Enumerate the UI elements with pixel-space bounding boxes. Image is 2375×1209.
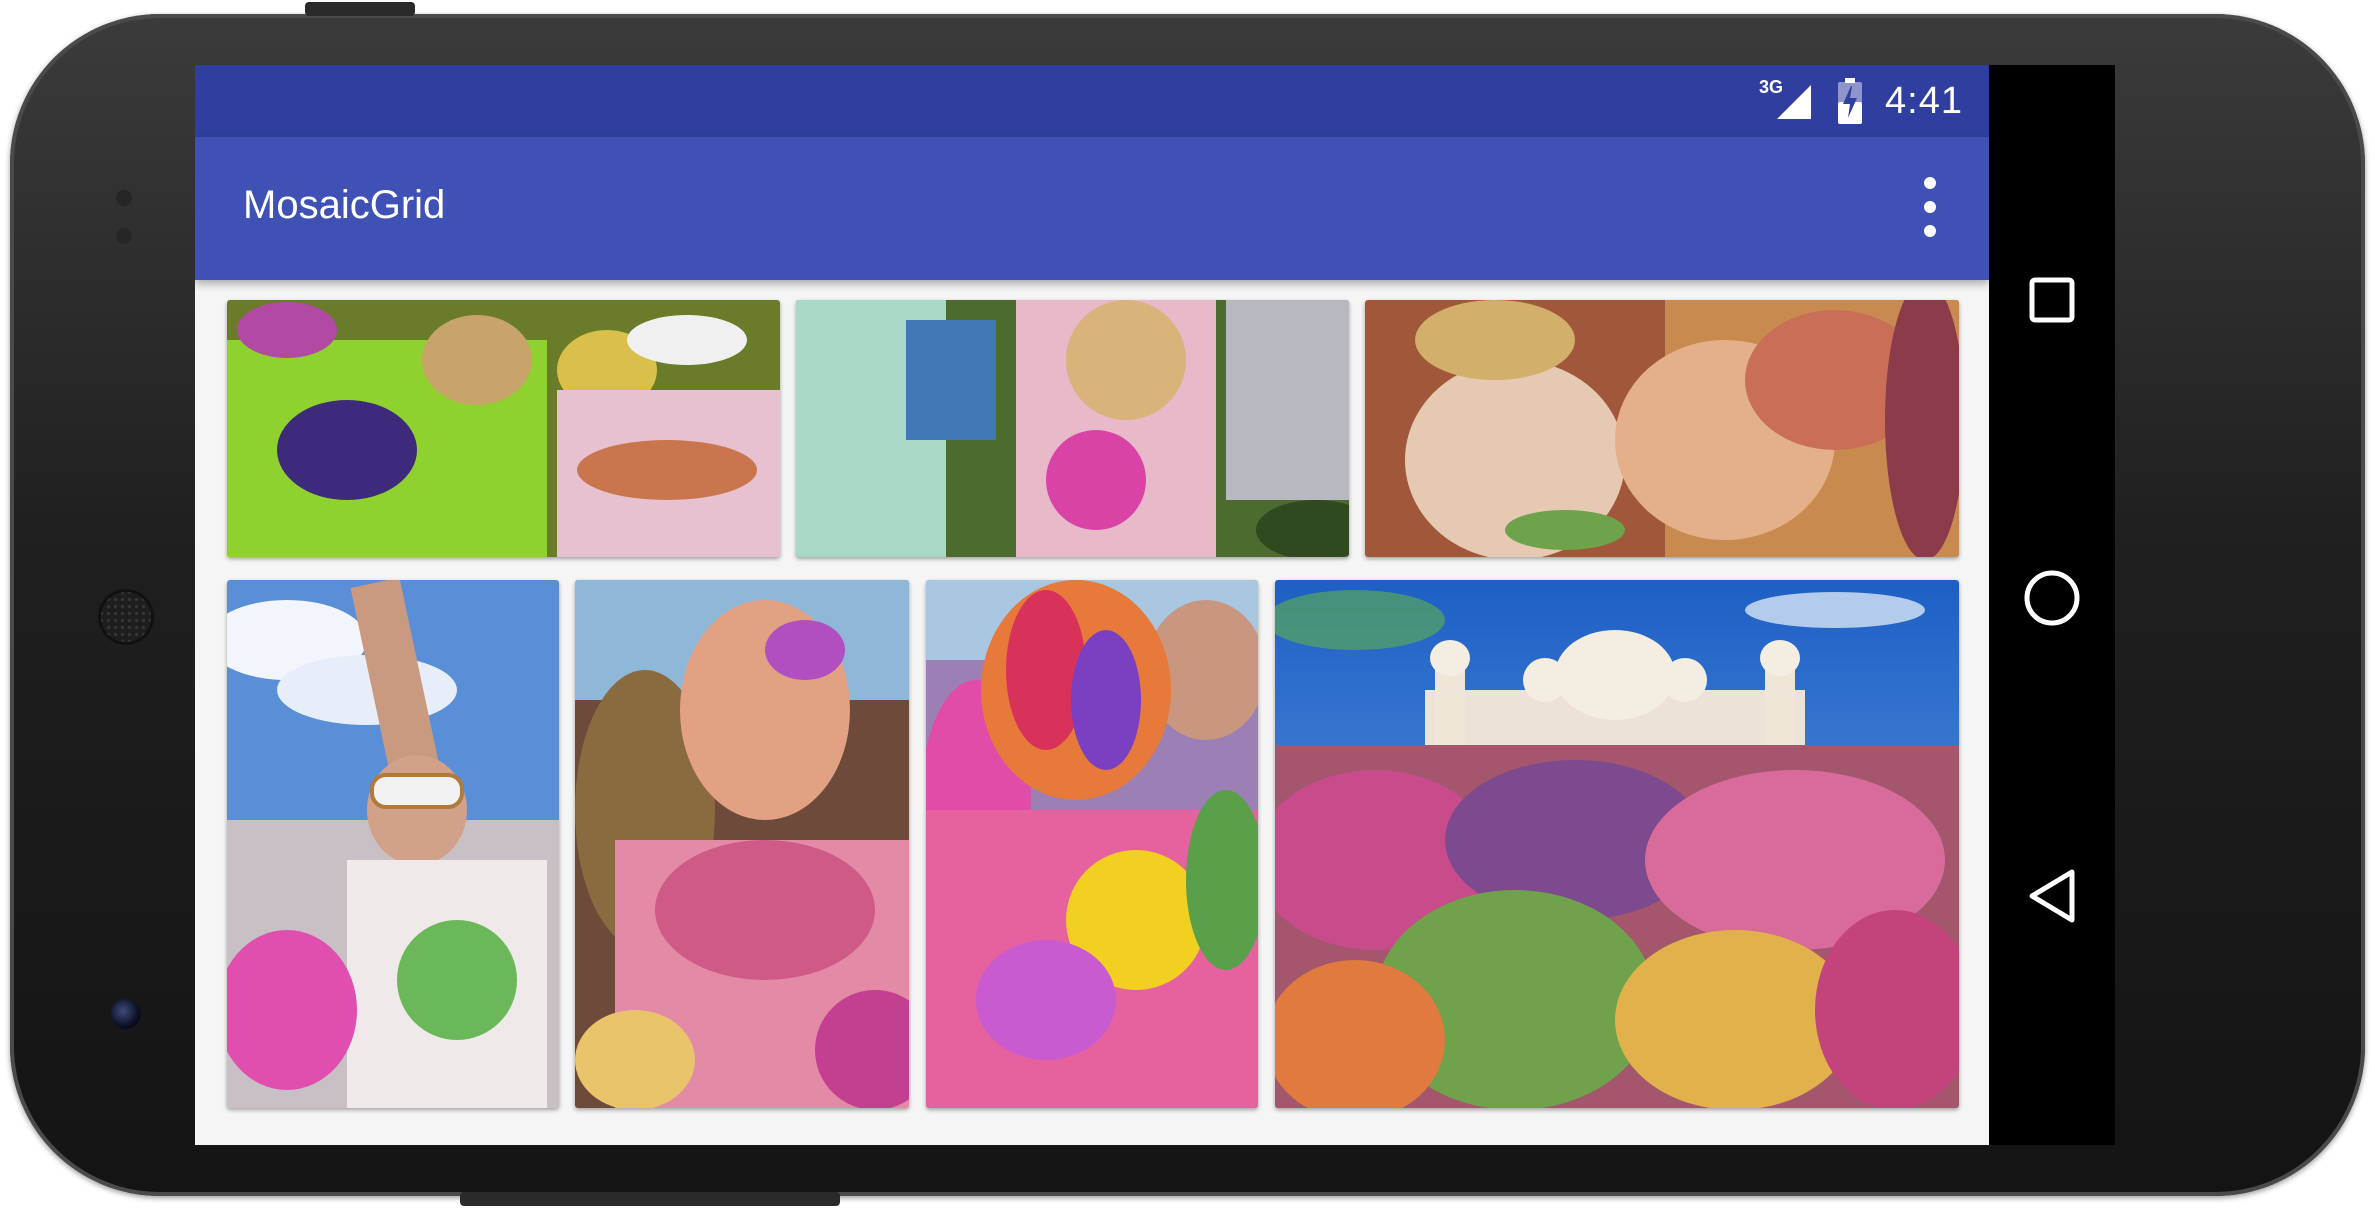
app-window: 3G 4:41 MosaicGrid [195, 65, 1989, 1145]
battery-icon [1837, 78, 1863, 124]
holi-photo-3[interactable] [1365, 300, 1959, 557]
mosaic-grid [195, 280, 1989, 1145]
holi-photo-5[interactable] [575, 580, 909, 1108]
status-bar: 3G 4:41 [195, 65, 1989, 137]
proximity-sensor [116, 190, 132, 206]
home-button[interactable] [2017, 563, 2087, 633]
app-title: MosaicGrid [243, 183, 446, 227]
holi-photo-1[interactable] [227, 300, 780, 557]
circle-icon [2024, 570, 2080, 626]
holi-photo-4[interactable] [227, 580, 559, 1108]
holi-photo-7[interactable] [1275, 580, 1959, 1108]
signal-icon: 3G [1759, 77, 1815, 123]
more-vert-icon[interactable] [1919, 177, 1941, 237]
back-button[interactable] [2017, 861, 2087, 931]
triangle-back-icon [2029, 869, 2075, 923]
device-screen: 3G 4:41 MosaicGrid [195, 65, 2115, 1145]
speaker-grille [98, 589, 154, 645]
power-button [305, 2, 415, 16]
app-toolbar: MosaicGrid [195, 137, 1989, 280]
square-icon [2029, 277, 2075, 323]
holi-photo-2[interactable] [796, 300, 1349, 557]
holi-photo-6[interactable] [926, 580, 1258, 1108]
status-clock: 4:41 [1885, 79, 1963, 122]
front-camera [111, 999, 141, 1029]
navigation-bar [1989, 65, 2115, 1145]
recents-button[interactable] [2017, 265, 2087, 335]
light-sensor [116, 228, 132, 244]
volume-button [460, 1192, 840, 1206]
